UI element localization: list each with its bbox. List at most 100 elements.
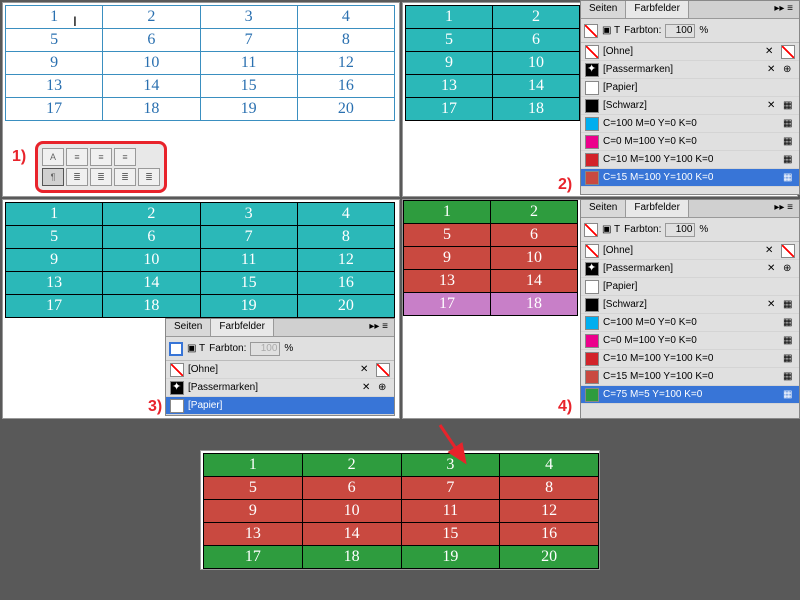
type-icon: ⊕	[783, 263, 795, 275]
tab-seiten[interactable]: Seiten	[581, 1, 626, 18]
type-icon: ▦	[783, 317, 795, 329]
swatch-row-schwarz[interactable]: [Schwarz]✕▦	[581, 97, 799, 115]
type-icon: ▦	[783, 389, 795, 401]
panel-menu-icon[interactable]: ▸▸ ≡	[768, 200, 799, 217]
registration-swatch-icon	[585, 63, 599, 77]
table-1[interactable]: 1234 5678 9101112 13141516 17181920	[5, 5, 395, 121]
justify-left-icon[interactable]: ≣	[66, 168, 88, 186]
panel-menu-icon[interactable]: ▸▸ ≡	[363, 319, 394, 336]
char-format-icon[interactable]: A	[42, 148, 64, 166]
swatch-row-c100[interactable]: C=100 M=0 Y=0 K=0▦	[581, 115, 799, 133]
swatch-row-passer[interactable]: [Passermarken]✕⊕	[581, 61, 799, 79]
swatch-row-c10m100[interactable]: C=10 M=100 Y=100 K=0▦	[581, 350, 799, 368]
swatch-row-ohne[interactable]: [Ohne]✕	[581, 43, 799, 61]
red-swatch-icon	[585, 153, 599, 167]
swatches-panel-4: Seiten Farbfelder ▸▸ ≡ ▣ T Farbton: 100 …	[580, 199, 800, 419]
swatches-panel-2: Seiten Farbfelder ▸▸ ≡ ▣ T Farbton: 100 …	[580, 0, 800, 195]
object-text-toggle-icon[interactable]: ▣ T	[187, 343, 205, 354]
object-text-toggle-icon[interactable]: ▣ T	[602, 224, 620, 235]
farbton-label: Farbton:	[624, 224, 661, 235]
cyan-swatch-icon	[585, 117, 599, 131]
none-swatch-icon	[585, 45, 599, 59]
paragraph-align-toolbar: A ≡ ≡ ≡ ¶ ≣ ≣ ≣ ≣	[35, 141, 167, 193]
orange-swatch-icon	[585, 370, 599, 384]
table-4[interactable]: 12 56 910 1314 1718	[403, 200, 578, 316]
panel-menu-icon[interactable]: ▸▸ ≡	[768, 1, 799, 18]
farbton-label: Farbton:	[209, 343, 246, 354]
lock-icon: ✕	[767, 64, 779, 76]
type-icon: ⊕	[783, 64, 795, 76]
tab-seiten[interactable]: Seiten	[166, 319, 211, 336]
black-swatch-icon	[585, 99, 599, 113]
align-center-icon[interactable]: ≡	[90, 148, 112, 166]
farbton-input[interactable]: 100	[665, 24, 695, 38]
swatches-panel-3: Seiten Farbfelder ▸▸ ≡ ▣ T Farbton: 100 …	[165, 318, 395, 416]
type-icon: ▦	[783, 100, 795, 112]
swatch-row-papier[interactable]: [Papier]	[581, 278, 799, 296]
type-icon: ▦	[783, 371, 795, 383]
magenta-swatch-icon	[585, 334, 599, 348]
type-icon: ▦	[783, 299, 795, 311]
result-panel: 1234 5678 9101112 13141516 17181920	[200, 450, 600, 570]
swatch-row-m100[interactable]: C=0 M=100 Y=0 K=0▦	[581, 332, 799, 350]
paper-swatch-icon	[585, 81, 599, 95]
justify-center-icon[interactable]: ≣	[90, 168, 112, 186]
green-swatch-icon	[585, 388, 599, 402]
fill-swatch-icon[interactable]	[584, 24, 598, 38]
registration-swatch-icon	[170, 381, 184, 395]
swatch-row-passer[interactable]: [Passermarken]✕⊕	[166, 379, 394, 397]
swatch-row-schwarz[interactable]: [Schwarz]✕▦	[581, 296, 799, 314]
align-right-icon[interactable]: ≡	[114, 148, 136, 166]
farbton-input[interactable]: 100	[665, 223, 695, 237]
table-3[interactable]: 1234 5678 9101112 13141516 17181920	[5, 202, 395, 318]
lock-icon: ✕	[767, 299, 779, 311]
justify-right-icon[interactable]: ≣	[114, 168, 136, 186]
text-cursor: I	[73, 13, 77, 29]
type-icon: ▦	[783, 118, 795, 130]
tab-farbfelder[interactable]: Farbfelder	[626, 1, 689, 18]
lock-icon: ✕	[767, 100, 779, 112]
swatch-row-passer[interactable]: [Passermarken]✕⊕	[581, 260, 799, 278]
swatch-row-c100[interactable]: C=100 M=0 Y=0 K=0▦	[581, 314, 799, 332]
swatch-row-papier[interactable]: [Papier]	[581, 79, 799, 97]
magenta-swatch-icon	[585, 135, 599, 149]
swatch-row-ohne[interactable]: [Ohne]✕	[581, 242, 799, 260]
swatch-row-papier-selected[interactable]: [Papier]	[166, 397, 394, 415]
fill-swatch-icon[interactable]	[169, 342, 183, 356]
type-icon: ▦	[783, 353, 795, 365]
cell[interactable]: 1	[6, 6, 103, 29]
swatch-row-ohne[interactable]: [Ohne]✕	[166, 361, 394, 379]
lock-icon: ✕	[362, 382, 374, 394]
type-icon	[376, 363, 390, 377]
table-2[interactable]: 12 56 910 1314 1718	[405, 5, 580, 121]
swatch-row-m100[interactable]: C=0 M=100 Y=0 K=0▦	[581, 133, 799, 151]
type-icon: ⊕	[378, 382, 390, 394]
tab-farbfelder[interactable]: Farbfelder	[626, 200, 689, 217]
align-left-icon[interactable]: ≡	[66, 148, 88, 166]
step-label-2: 2)	[558, 176, 572, 194]
percent-label: %	[699, 25, 708, 36]
justify-full-icon[interactable]: ≣	[138, 168, 160, 186]
table-result[interactable]: 1234 5678 9101112 13141516 17181920	[203, 453, 599, 569]
fill-swatch-icon[interactable]	[584, 223, 598, 237]
object-text-toggle-icon[interactable]: ▣ T	[602, 25, 620, 36]
paper-swatch-icon	[170, 399, 184, 413]
type-icon	[781, 45, 795, 59]
swatch-row-c15[interactable]: C=15 M=100 Y=100 K=0▦	[581, 368, 799, 386]
step-label-4: 4)	[558, 398, 572, 416]
tab-farbfelder[interactable]: Farbfelder	[211, 319, 274, 336]
swatch-row-c10m100[interactable]: C=10 M=100 Y=100 K=0▦	[581, 151, 799, 169]
type-icon: ▦	[783, 172, 795, 184]
registration-swatch-icon	[585, 262, 599, 276]
black-swatch-icon	[585, 298, 599, 312]
tab-seiten[interactable]: Seiten	[581, 200, 626, 217]
paragraph-icon[interactable]: ¶	[42, 168, 64, 186]
farbton-input[interactable]: 100	[250, 342, 280, 356]
swatch-row-c15-selected[interactable]: C=15 M=100 Y=100 K=0▦	[581, 169, 799, 187]
percent-label: %	[284, 343, 293, 354]
swatch-row-c75-selected[interactable]: C=75 M=5 Y=100 K=0▦	[581, 386, 799, 404]
red2-swatch-icon	[585, 352, 599, 366]
percent-label: %	[699, 224, 708, 235]
type-icon	[781, 244, 795, 258]
farbton-label: Farbton:	[624, 25, 661, 36]
